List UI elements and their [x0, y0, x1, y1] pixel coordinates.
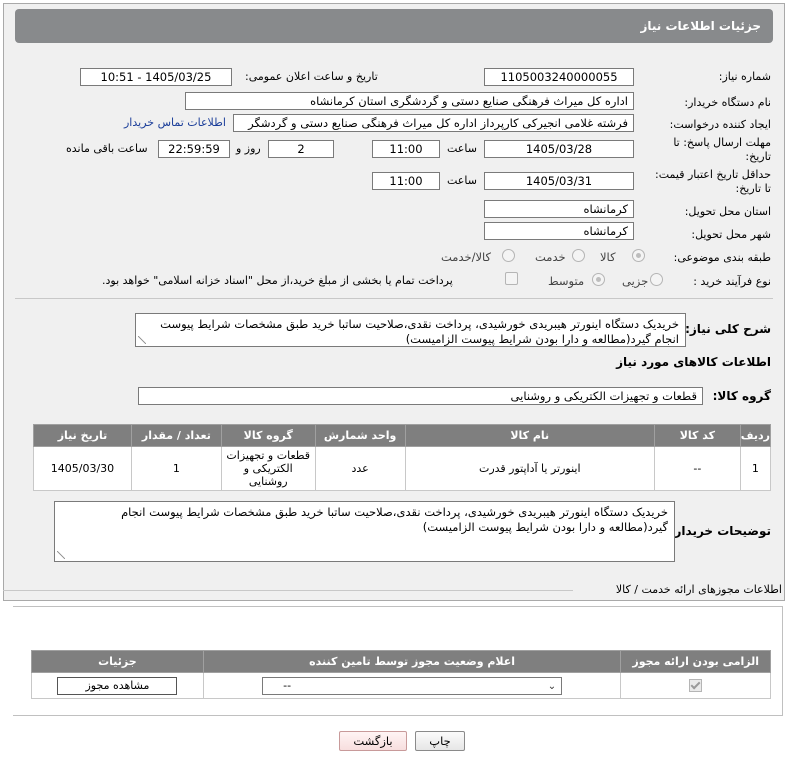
- goods-table: ردیف کد کالا نام کالا واحد شمارش گروه کا…: [33, 424, 772, 491]
- col-group: گروه کالا: [220, 424, 316, 447]
- col-date: تاریخ نیاز: [33, 424, 132, 447]
- city-field[interactable]: کرمانشاه: [484, 222, 634, 240]
- col-name: نام کالا: [404, 424, 655, 447]
- purchase-medium-label: متوسط: [548, 274, 585, 288]
- creator-field[interactable]: فرشته غلامی انجیرکی کارپرداز اداره کل می…: [233, 114, 634, 132]
- divider: [3, 590, 573, 591]
- page-title: جزئیات اطلاعات نیاز: [15, 9, 773, 43]
- price-validity-time-label: ساعت: [447, 174, 477, 187]
- treasury-checkbox[interactable]: [505, 272, 518, 285]
- buyer-notes-text: خریدیک دستگاه اینورتر هیبریدی خورشیدی، پ…: [121, 505, 668, 534]
- col-permit-required: الزامی بودن ارائه مجوز: [620, 650, 771, 673]
- category-goods-service-label: کالا/خدمت: [441, 250, 492, 264]
- category-radio-service[interactable]: [572, 249, 585, 262]
- checkmark-icon: [690, 679, 701, 690]
- price-validity-date-field[interactable]: 1405/03/31: [484, 172, 634, 190]
- permits-table: الزامی بودن ارائه مجوز اعلام وضعیت مجوز …: [31, 650, 771, 699]
- cell-qty: 1: [130, 446, 222, 491]
- deadline-time-field[interactable]: 11:00: [372, 140, 440, 158]
- description-label: شرح کلی نیاز:: [685, 322, 771, 336]
- col-permit-details: جزئیات: [31, 650, 204, 673]
- goods-group-label: گروه کالا:: [712, 389, 771, 403]
- cell-row: 1: [739, 446, 772, 491]
- cell-permit-required: [620, 672, 771, 699]
- category-label: طبقه بندی موضوعی:: [673, 251, 771, 264]
- col-qty: تعداد / مقدار: [130, 424, 222, 447]
- buyer-org-label: نام دستگاه خریدار:: [684, 96, 771, 109]
- cell-name: اینورتر یا آداپتور قدرت: [404, 446, 655, 491]
- cell-date: 1405/03/30: [33, 446, 132, 491]
- cell-permit-details: مشاهده مجوز: [31, 672, 204, 699]
- category-goods-label: کالا: [600, 250, 616, 264]
- col-unit: واحد شمارش: [314, 424, 406, 447]
- goods-section-title: اطلاعات کالاهای مورد نیاز: [616, 355, 771, 369]
- deadline-time-label: ساعت: [447, 142, 477, 155]
- permit-status-value: --: [283, 678, 292, 692]
- price-validity-label: حداقل تاریخ اعتبار قیمت: تا تاریخ:: [655, 168, 771, 195]
- purchase-radio-minor[interactable]: [650, 273, 663, 286]
- price-validity-time-field[interactable]: 11:00: [372, 172, 440, 190]
- purchase-type-label: نوع فرآیند خرید :: [693, 275, 771, 288]
- print-button[interactable]: چاپ: [415, 731, 465, 751]
- col-code: کد کالا: [653, 424, 741, 447]
- category-radio-goods[interactable]: [632, 249, 645, 262]
- creator-label: ایجاد کننده درخواست:: [669, 118, 771, 131]
- cell-group: قطعات و تجهیزات الکتریکی و روشنایی: [220, 446, 316, 491]
- deadline-date-field[interactable]: 1405/03/28: [484, 140, 634, 158]
- province-field[interactable]: کرمانشاه: [484, 200, 634, 218]
- description-text: خریدیک دستگاه اینورتر هیبریدی خورشیدی، پ…: [160, 317, 679, 346]
- table-row: 1 -- اینورتر یا آداپتور قدرت عدد قطعات و…: [33, 446, 772, 491]
- days-field[interactable]: 2: [268, 140, 334, 158]
- buyer-contact-link[interactable]: اطلاعات تماس خریدار: [124, 116, 226, 129]
- buyer-notes-label: توضیحات خریدار:: [669, 524, 771, 538]
- deadline-label: مهلت ارسال پاسخ: تا تاریخ:: [673, 136, 771, 163]
- resize-handle[interactable]: [138, 336, 146, 344]
- purchase-minor-label: جزیی: [622, 274, 649, 288]
- divider: [15, 298, 773, 299]
- need-number-label: شماره نیاز:: [718, 70, 771, 83]
- col-row: ردیف: [739, 424, 772, 447]
- category-radio-goods-service[interactable]: [502, 249, 515, 262]
- col-permit-status: اعلام وضعیت مجوز توسط تامین کننده: [202, 650, 622, 673]
- cell-permit-status: -- ⌄: [202, 672, 622, 699]
- cell-unit: عدد: [314, 446, 406, 491]
- permit-required-checkbox[interactable]: [689, 679, 703, 693]
- province-label: استان محل تحویل:: [684, 205, 771, 218]
- announce-label: تاریخ و ساعت اعلان عمومی:: [245, 70, 378, 83]
- description-textarea[interactable]: خریدیک دستگاه اینورتر هیبریدی خورشیدی، پ…: [135, 313, 686, 347]
- payment-note: پرداخت تمام یا بخشی از مبلغ خرید،از محل …: [102, 274, 453, 287]
- buyer-org-field[interactable]: اداره کل میراث فرهنگی صنایع دستی و گردشگ…: [185, 92, 634, 110]
- purchase-radio-medium[interactable]: [592, 273, 605, 286]
- days-label: روز و: [236, 142, 261, 155]
- permit-status-select[interactable]: -- ⌄: [262, 676, 563, 695]
- city-label: شهر محل تحویل:: [691, 228, 771, 241]
- table-row: -- ⌄ مشاهده مجوز: [31, 672, 771, 699]
- buyer-notes-textarea[interactable]: خریدیک دستگاه اینورتر هیبریدی خورشیدی، پ…: [54, 501, 675, 562]
- permits-section-title: اطلاعات مجوزهای ارائه خدمت / کالا: [615, 583, 782, 596]
- remaining-label: ساعت باقی مانده: [66, 142, 148, 155]
- cell-code: --: [653, 446, 741, 491]
- resize-handle[interactable]: [57, 551, 65, 559]
- chevron-down-icon: ⌄: [547, 680, 557, 692]
- back-button[interactable]: بازگشت: [339, 731, 407, 751]
- announce-field[interactable]: 1405/03/25 - 10:51: [80, 68, 232, 86]
- remaining-time-field[interactable]: 22:59:59: [158, 140, 230, 158]
- view-permit-button[interactable]: مشاهده مجوز: [57, 676, 178, 695]
- category-service-label: خدمت: [535, 250, 566, 264]
- goods-group-field[interactable]: قطعات و تجهیزات الکتریکی و روشنایی: [138, 387, 703, 405]
- need-number-field[interactable]: 1105003240000055: [484, 68, 634, 86]
